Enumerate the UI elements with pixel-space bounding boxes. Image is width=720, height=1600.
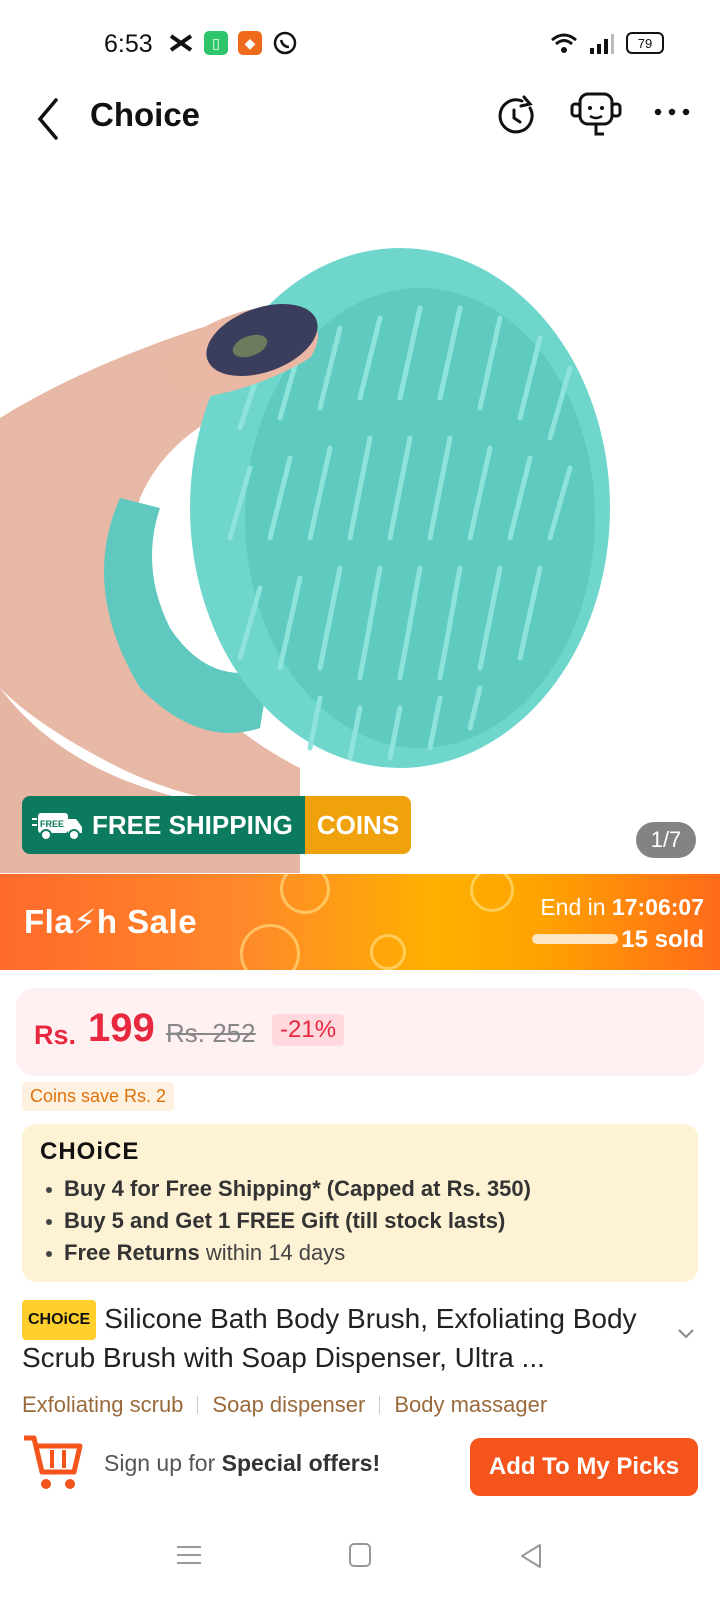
home-icon[interactable] [348,1542,372,1568]
coin-decoration [370,934,406,970]
flash-end-time: End in 17:06:07 [540,894,704,921]
tag-item[interactable]: Body massager [394,1392,547,1418]
customer-service-icon[interactable] [568,88,624,144]
chevron-down-icon[interactable] [676,1328,696,1340]
more-icon[interactable] [652,102,692,122]
image-counter: 1/7 [636,822,696,858]
benefit-text: Buy 4 for Free Shipping* (Capped at Rs. … [64,1176,531,1201]
tag-item[interactable]: Exfoliating scrub [22,1392,183,1418]
system-icons: 79 [550,32,664,54]
coins-label: COINS [304,796,412,854]
sold-progress-bar [532,934,618,944]
product-title[interactable]: CHOiCE Silicone Bath Body Brush, Exfoliat… [22,1300,662,1376]
choice-benefit-item: Buy 4 for Free Shipping* (Capped at Rs. … [46,1176,531,1202]
flash-sale-title: Fla⚡h Sale [24,903,198,940]
benefit-text: Buy 5 and Get 1 FREE Gift (till stock la… [64,1208,506,1233]
product-image[interactable] [0,168,720,873]
tag-divider [197,1396,199,1414]
free-shipping-label: FREE SHIPPING [92,809,293,840]
status-time: 6:53 [104,30,153,58]
history-icon[interactable] [494,94,538,138]
back-arrow-icon[interactable] [30,94,70,144]
benefit-text: Free Returns [64,1240,200,1265]
benefit-rest: within 14 days [199,1240,346,1265]
choice-benefits[interactable]: CHOiCE Buy 4 for Free Shipping* (Capped … [22,1124,698,1282]
shop-app-icon: ◆ [238,31,262,55]
signup-prefix: Sign up for [104,1450,222,1476]
product-tags: Exfoliating scrub Soap dispenser Body ma… [22,1392,547,1418]
wifi-icon [551,33,577,53]
signup-prompt[interactable]: Sign up for Special offers! [104,1450,380,1477]
sold-count: 15 sold [621,926,704,953]
system-nav-bar [0,1530,720,1600]
delivery-truck-icon: FREE [32,813,82,841]
menu-icon[interactable] [176,1544,202,1566]
tag-divider [379,1396,381,1414]
top-nav: Choice [0,84,720,168]
product-photo [0,248,610,873]
tag-item[interactable]: Soap dispenser [212,1392,365,1418]
whatsapp-icon [273,31,297,55]
discount-badge: -21% [272,1014,345,1046]
price-currency: Rs. [34,1020,77,1050]
status-bar: 6:53 ▯ ◆ 79 [0,0,720,84]
end-label: End in [540,894,606,920]
battery-icon: 79 [626,32,664,54]
battery-app-icon: ▯ [204,31,228,55]
page-title: Choice [90,96,201,133]
free-shipping-badge: FREE FREE SHIPPING COINS [22,796,412,854]
choice-chip: CHOiCE [22,1300,97,1340]
price-value: 199 [88,1006,155,1050]
add-to-my-picks-button[interactable]: Add To My Picks [470,1438,698,1496]
choice-benefit-item: Buy 5 and Get 1 FREE Gift (till stock la… [46,1208,505,1234]
nav-back-icon[interactable] [518,1542,544,1570]
notification-icons: ▯ ◆ [168,30,298,56]
cart-icon[interactable] [22,1432,84,1492]
signup-bold: Special offers! [221,1450,381,1476]
price-box: Rs. 199 Rs. 252 -21% [16,988,704,1076]
choice-benefit-item: Free Returns within 14 days [46,1240,345,1266]
truck-free-text: FREE [40,819,64,829]
coins-save-badge: Coins save Rs. 2 [22,1082,175,1111]
choice-logo: CHOiCE [40,1138,140,1165]
signal-icon [590,34,614,54]
original-price: Rs. 252 [166,1018,256,1048]
flash-sale-banner[interactable]: Fla⚡h Sale End in 17:06:07 15 sold [0,874,720,970]
coin-decoration [240,924,300,970]
capcut-icon [169,34,193,52]
coin-decoration [280,874,330,914]
coin-decoration [470,874,514,912]
product-title-text: Silicone Bath Body Brush, Exfoliating Bo… [22,1303,637,1373]
countdown: 17:06:07 [611,894,704,920]
free-shipping-part: FREE FREE SHIPPING [22,796,305,854]
